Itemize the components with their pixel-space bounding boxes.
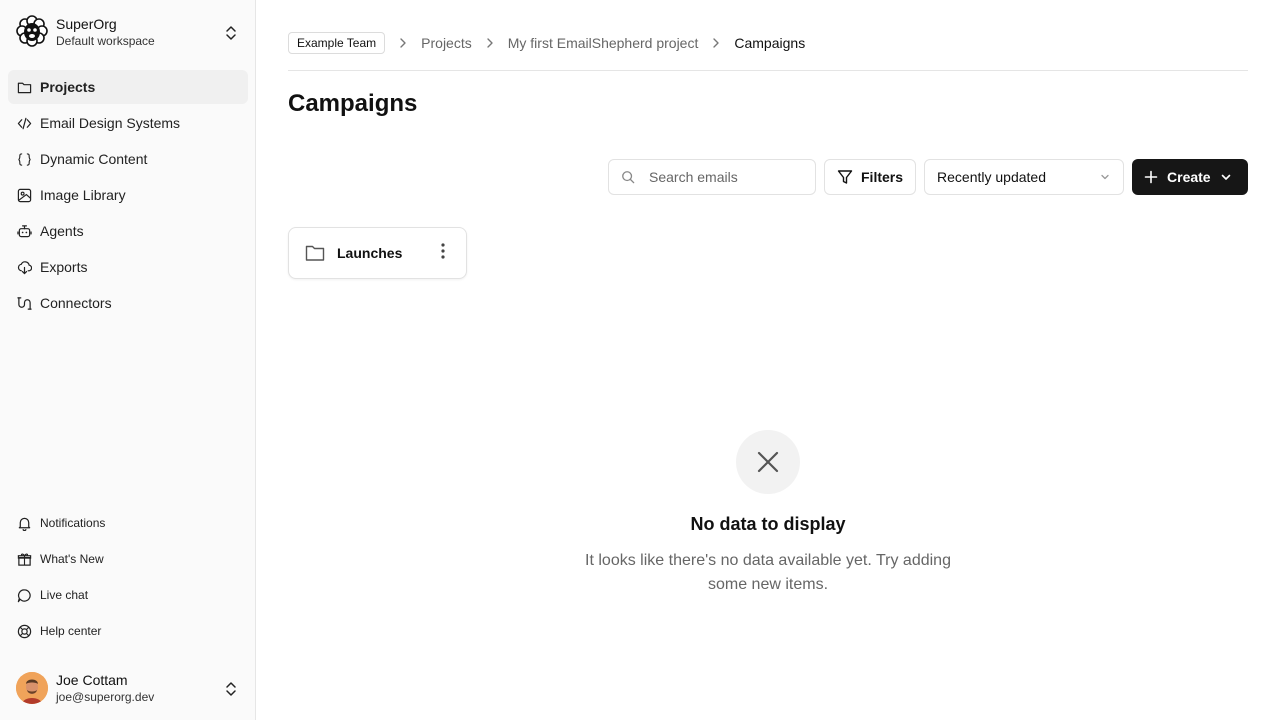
sidebar-item-notifications[interactable]: Notifications (8, 506, 248, 540)
sidebar-item-help-center[interactable]: Help center (8, 614, 248, 648)
user-name: Joe Cottam (56, 672, 128, 688)
close-icon (736, 430, 800, 494)
cloud-download-icon (17, 260, 32, 275)
folder-name: Launches (337, 245, 403, 261)
toolbar: Filters Recently updated Create (608, 159, 1249, 195)
connector-icon (17, 296, 32, 311)
search-icon (621, 170, 635, 184)
braces-icon (17, 152, 32, 167)
sidebar-item-label: Connectors (40, 295, 112, 311)
sidebar-item-label: Dynamic Content (40, 151, 148, 167)
header-divider (288, 70, 1248, 71)
chevron-right-icon (395, 35, 411, 51)
sort-select[interactable]: Recently updated (924, 159, 1125, 195)
sidebar: SuperOrg Default workspace Projects Emai… (0, 0, 256, 720)
user-menu[interactable]: Joe Cottam joe@superorg.dev (0, 664, 256, 712)
empty-state-description: It looks like there's no data available … (585, 552, 951, 593)
image-icon (17, 188, 32, 203)
filters-button[interactable]: Filters (824, 159, 917, 195)
sheep-logo-icon (16, 15, 48, 47)
sidebar-item-live-chat[interactable]: Live chat (8, 578, 248, 612)
sidebar-item-email-design-systems[interactable]: Email Design Systems (8, 106, 248, 140)
breadcrumb: Example Team Projects My first EmailShep… (288, 32, 805, 54)
sidebar-item-exports[interactable]: Exports (8, 250, 248, 284)
page-title: Campaigns (288, 90, 418, 117)
footer-item-label: Notifications (40, 516, 106, 530)
workspace-name: Default workspace (56, 34, 155, 48)
sidebar-item-agents[interactable]: Agents (8, 214, 248, 248)
empty-state-title: No data to display (690, 514, 846, 534)
code-icon (17, 116, 32, 131)
gift-icon (17, 552, 32, 567)
breadcrumb-project[interactable]: My first EmailShepherd project (508, 35, 699, 51)
chevron-up-down-icon (226, 26, 236, 40)
sidebar-item-label: Image Library (40, 187, 126, 203)
breadcrumb-team[interactable]: Example Team (288, 32, 386, 54)
breadcrumb-current: Campaigns (734, 35, 806, 51)
sidebar-item-connectors[interactable]: Connectors (8, 286, 248, 320)
chat-icon (17, 588, 32, 603)
footer-item-label: Help center (40, 624, 102, 638)
sidebar-footer-nav: Notifications What's New Live chat Help … (8, 506, 248, 650)
chevron-right-icon (708, 35, 724, 51)
search-box[interactable] (608, 159, 816, 195)
chevron-down-icon (1220, 171, 1232, 183)
folder-icon (305, 244, 325, 262)
sidebar-item-label: Projects (40, 79, 96, 95)
footer-item-label: What's New (40, 552, 104, 566)
sidebar-item-label: Exports (40, 259, 88, 275)
sidebar-item-image-library[interactable]: Image Library (8, 178, 248, 212)
folder-card[interactable]: Launches (288, 227, 467, 279)
org-switcher[interactable]: SuperOrg Default workspace (0, 0, 256, 64)
bot-icon (17, 224, 32, 239)
footer-item-label: Live chat (40, 588, 89, 602)
chevron-right-icon (482, 35, 498, 51)
sidebar-item-label: Email Design Systems (40, 115, 181, 131)
sidebar-nav: Projects Email Design Systems Dynamic Co… (8, 70, 248, 322)
avatar (16, 672, 48, 704)
bell-icon (17, 516, 32, 531)
sidebar-item-projects[interactable]: Projects (8, 70, 248, 104)
lifebuoy-icon (17, 624, 32, 639)
create-button[interactable]: Create (1132, 159, 1249, 195)
search-input[interactable] (649, 169, 799, 185)
sort-value: Recently updated (937, 169, 1046, 185)
more-vertical-icon[interactable] (438, 241, 448, 261)
folder-icon (17, 80, 32, 95)
org-name: SuperOrg (56, 16, 117, 32)
filters-label: Filters (861, 169, 904, 185)
breadcrumb-projects[interactable]: Projects (421, 35, 472, 51)
sidebar-item-whats-new[interactable]: What's New (8, 542, 248, 576)
empty-state: No data to display It looks like there's… (512, 430, 1024, 597)
sidebar-item-label: Agents (40, 223, 84, 239)
sidebar-item-dynamic-content[interactable]: Dynamic Content (8, 142, 248, 176)
chevron-down-icon (1099, 171, 1111, 183)
chevron-up-down-icon (226, 682, 236, 696)
main-content: Example Team Projects My first EmailShep… (256, 0, 1280, 720)
plus-icon (1144, 170, 1158, 184)
user-email: joe@superorg.dev (56, 690, 155, 704)
filter-icon (837, 169, 853, 185)
create-label: Create (1167, 169, 1211, 185)
